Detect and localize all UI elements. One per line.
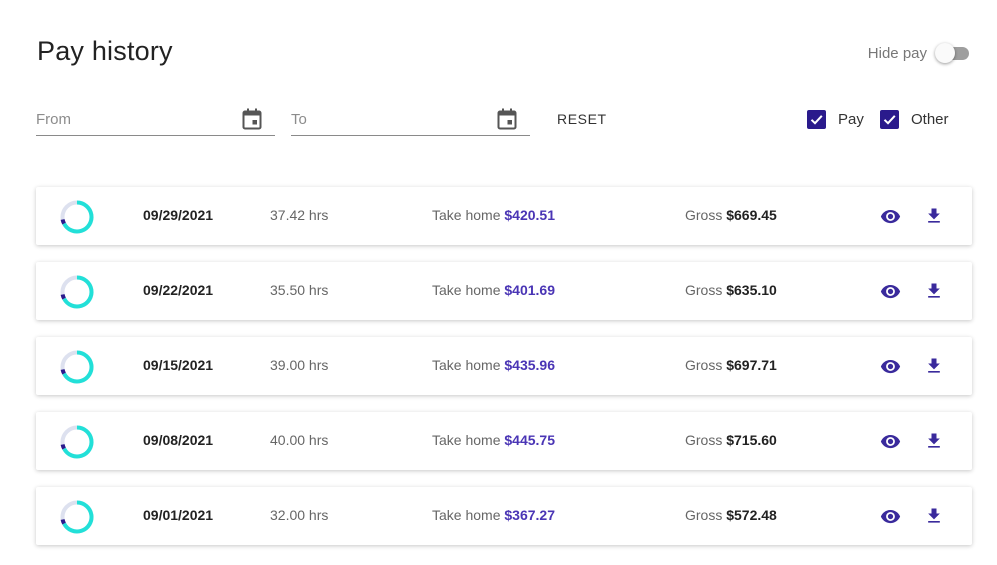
take-home-label: Take home (432, 432, 501, 448)
download-icon[interactable] (924, 280, 944, 302)
gross: Gross $635.10 (685, 282, 777, 298)
gross-amount: $635.10 (726, 282, 777, 298)
take-home-amount: $445.75 (504, 432, 555, 448)
toggle-thumb (935, 43, 955, 63)
pay-row[interactable]: 09/15/2021 39.00 hrs Take home $435.96 G… (36, 337, 972, 395)
take-home-label: Take home (432, 282, 501, 298)
eye-icon[interactable] (880, 356, 901, 377)
gross-amount: $697.71 (726, 357, 777, 373)
pay-hours: 32.00 hrs (270, 507, 329, 523)
pay-filter-label: Pay (838, 111, 864, 128)
pay-checkbox[interactable] (807, 110, 826, 129)
gross: Gross $697.71 (685, 357, 777, 373)
pay-date: 09/01/2021 (143, 507, 214, 523)
gross: Gross $572.48 (685, 507, 777, 523)
pay-breakdown-ring-icon (60, 275, 94, 309)
download-icon[interactable] (924, 505, 944, 527)
gross-label: Gross (685, 207, 723, 223)
gross-amount: $669.45 (726, 207, 777, 223)
hide-pay-toggle[interactable] (935, 42, 971, 64)
gross: Gross $715.60 (685, 432, 777, 448)
gross-amount: $715.60 (726, 432, 777, 448)
take-home: Take home $420.51 (432, 207, 555, 223)
pay-breakdown-ring-icon (60, 500, 94, 534)
calendar-icon[interactable] (242, 108, 262, 130)
pay-hours: 35.50 hrs (270, 282, 329, 298)
hide-pay-label: Hide pay (867, 44, 927, 62)
download-icon[interactable] (924, 205, 944, 227)
gross-amount: $572.48 (726, 507, 777, 523)
take-home-amount: $420.51 (504, 207, 555, 223)
from-placeholder: From (36, 111, 71, 128)
pay-row[interactable]: 09/22/2021 35.50 hrs Take home $401.69 G… (36, 262, 972, 320)
take-home-label: Take home (432, 207, 501, 223)
check-icon (810, 115, 823, 125)
eye-icon[interactable] (880, 206, 901, 227)
gross-label: Gross (685, 432, 723, 448)
hide-pay-control: Hide pay (868, 42, 971, 64)
gross-label: Gross (685, 507, 723, 523)
pay-date: 09/15/2021 (143, 357, 214, 373)
pay-breakdown-ring-icon (60, 350, 94, 384)
gross-label: Gross (685, 282, 723, 298)
pay-row[interactable]: 09/08/2021 40.00 hrs Take home $445.75 G… (36, 412, 972, 470)
take-home-amount: $401.69 (504, 282, 555, 298)
other-filter-label: Other (911, 111, 949, 128)
take-home-label: Take home (432, 357, 501, 373)
pay-date: 09/08/2021 (143, 432, 214, 448)
to-date-field[interactable]: To (291, 104, 530, 136)
to-placeholder: To (291, 111, 307, 128)
take-home: Take home $401.69 (432, 282, 555, 298)
gross-label: Gross (685, 357, 723, 373)
pay-hours: 40.00 hrs (270, 432, 329, 448)
from-date-field[interactable]: From (36, 104, 275, 136)
other-filter[interactable]: Other (880, 110, 949, 129)
eye-icon[interactable] (880, 281, 901, 302)
download-icon[interactable] (924, 355, 944, 377)
other-checkbox[interactable] (880, 110, 899, 129)
take-home-amount: $367.27 (504, 507, 555, 523)
take-home: Take home $435.96 (432, 357, 555, 373)
take-home-amount: $435.96 (504, 357, 555, 373)
take-home: Take home $445.75 (432, 432, 555, 448)
reset-button[interactable]: RESET (557, 111, 607, 127)
gross: Gross $669.45 (685, 207, 777, 223)
calendar-icon[interactable] (497, 108, 517, 130)
pay-hours: 39.00 hrs (270, 357, 329, 373)
pay-breakdown-ring-icon (60, 200, 94, 234)
page-title: Pay history (37, 36, 173, 66)
pay-hours: 37.42 hrs (270, 207, 329, 223)
check-icon (883, 115, 896, 125)
pay-row[interactable]: 09/01/2021 32.00 hrs Take home $367.27 G… (36, 487, 972, 545)
pay-date: 09/29/2021 (143, 207, 214, 223)
download-icon[interactable] (924, 430, 944, 452)
pay-filter[interactable]: Pay (807, 110, 864, 129)
pay-row[interactable]: 09/29/2021 37.42 hrs Take home $420.51 G… (36, 187, 972, 245)
take-home: Take home $367.27 (432, 507, 555, 523)
take-home-label: Take home (432, 507, 501, 523)
eye-icon[interactable] (880, 506, 901, 527)
pay-date: 09/22/2021 (143, 282, 214, 298)
eye-icon[interactable] (880, 431, 901, 452)
pay-breakdown-ring-icon (60, 425, 94, 459)
